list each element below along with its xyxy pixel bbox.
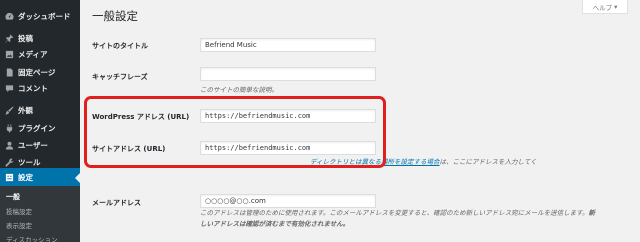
sidebar-item-settings[interactable]: 設定 [0,168,80,186]
sidebar-label: ユーザー [18,140,48,150]
user-icon [1,141,17,150]
page-title: 一般設定 [92,9,138,23]
sidebar-label: プラグイン [18,123,56,133]
plugin-icon [1,123,17,133]
settings-icon [1,173,17,182]
submenu-item-discussion[interactable]: ディスカッション [6,234,58,242]
sidebar-item-appearance[interactable]: 外観 [0,100,80,120]
admin-email-description-text: このアドレスは管理のために使用されます。このメールアドレスを変更すると、確認のた… [200,209,589,217]
page-icon [1,67,17,77]
media-icon [1,50,17,59]
sidebar-label: ダッシュボード [18,11,71,21]
admin-email-label: メールアドレス [92,199,141,207]
sidebar-label: 固定ページ [18,67,56,77]
sidebar-label: 外観 [18,105,33,115]
sidebar-item-comments[interactable]: コメント [0,78,80,98]
sidebar-label: メディア [18,49,48,59]
sidebar-label: 設定 [18,172,33,182]
sidebar-item-media[interactable]: メディア [0,44,80,64]
submenu-item-reading[interactable]: 表示設定 [6,220,32,230]
admin-sidebar: ダッシュボード 投稿 メディア 固定ページ コメント 外観 プラグイン ユーザー… [0,0,80,242]
sidebar-item-dashboard[interactable]: ダッシュボード [0,6,80,26]
settings-submenu: 一般 投稿設定 表示設定 ディスカッション [0,186,80,242]
admin-email-description-bold-start: 新 [588,209,595,217]
admin-email-description: このアドレスは管理のために使用されます。このメールアドレスを変更すると、確認のた… [200,208,630,230]
brush-icon [1,105,17,115]
tagline-description: このサイトの簡単な説明。 [200,86,278,94]
admin-email-description-bold: しいアドレスは確認が済むまで有効化されません。 [200,220,350,228]
tagline-label: キャッチフレーズ [92,73,148,81]
wrench-icon [1,158,17,167]
sidebar-label: コメント [18,83,48,93]
submenu-item-writing[interactable]: 投稿設定 [6,206,32,216]
tagline-input[interactable] [200,67,376,81]
caret-down-icon: ▾ [614,2,618,11]
sidebar-label: ツール [18,157,41,167]
highlight-annotation [84,96,386,168]
comment-icon [1,84,17,93]
pin-icon [1,33,17,43]
submenu-item-general[interactable]: 一般 [6,192,20,202]
help-tab-button[interactable]: ヘルプ ▾ [582,0,628,14]
site-address-description-suffix: は、ここにアドレスを入力してく [439,158,537,166]
site-title-input[interactable]: Befriend Music [200,38,376,52]
dashboard-icon [1,12,17,21]
admin-email-input[interactable]: ○○○○@○○.com [200,194,376,208]
site-title-label: サイトのタイトル [92,42,148,50]
sidebar-label: 投稿 [18,33,33,43]
help-tab-label: ヘルプ [592,3,613,12]
